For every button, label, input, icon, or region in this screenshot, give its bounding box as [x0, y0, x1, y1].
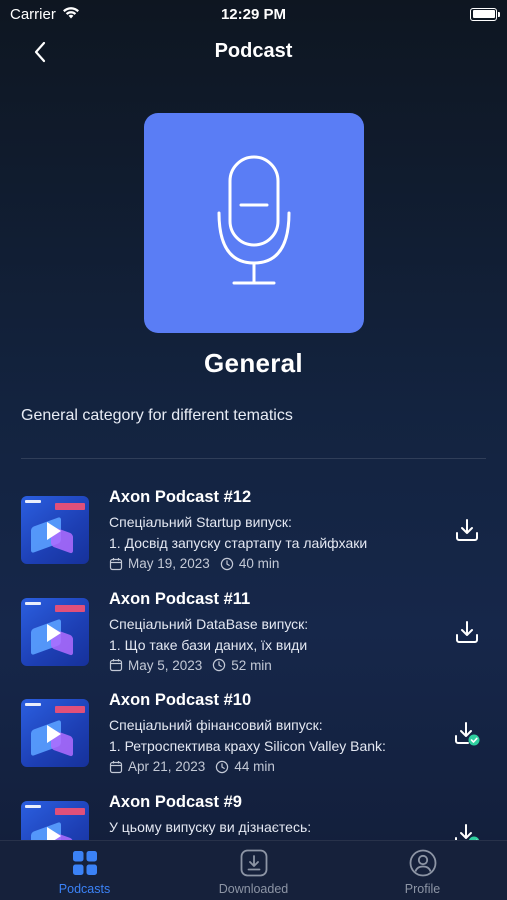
episode-title: Axon Podcast #10 — [109, 691, 252, 709]
download-done-icon — [455, 722, 480, 746]
download-button[interactable] — [453, 516, 481, 544]
profile-icon — [409, 849, 436, 877]
episode-duration: 40 min — [238, 556, 280, 571]
download-button[interactable] — [453, 618, 481, 646]
episode-date: Apr 21, 2023 — [128, 759, 206, 774]
episode-meta: May 19, 2023 40 min — [109, 556, 279, 571]
play-icon — [47, 522, 61, 540]
episode-subtitle: У цьому випуску ви дізнаєтесь: — [109, 818, 312, 835]
nav-bar: Podcast — [0, 30, 507, 74]
episode-subtitle: Спеціальний DataBase випуск: — [109, 615, 309, 632]
clock-icon — [215, 760, 229, 774]
tab-label: Podcasts — [58, 882, 111, 896]
clock-icon — [220, 557, 234, 571]
category-title: General — [204, 348, 303, 378]
downloaded-button[interactable] — [453, 821, 481, 840]
tab-profile[interactable]: Profile — [338, 841, 507, 900]
microphone-icon — [217, 155, 291, 285]
episode-subtitle: Спеціальний фінансовий випуск: — [109, 717, 323, 733]
play-icon — [47, 623, 61, 642]
tab-downloaded[interactable]: Downloaded — [169, 841, 338, 900]
download-box-icon — [240, 849, 267, 877]
download-icon — [456, 620, 478, 643]
battery-icon — [470, 7, 500, 21]
category-cover — [144, 113, 364, 333]
episode-description: 1. Що таке бази даних, їх види — [109, 636, 308, 653]
episode-item[interactable]: Axon Podcast #9 У цьому випуску ви дізна… — [0, 783, 507, 840]
divider — [21, 458, 486, 459]
downloaded-button[interactable] — [453, 719, 481, 747]
episode-description: 1. Досвід запуску стартапу та лайфхаки — [109, 535, 368, 551]
carrier-label: Carrier — [10, 5, 56, 23]
episode-title: Axon Podcast #11 — [109, 589, 251, 608]
play-icon — [47, 725, 61, 743]
episode-date: May 5, 2023 — [128, 657, 203, 673]
page-title: Podcast — [214, 40, 293, 62]
episode-thumbnail — [21, 496, 89, 564]
episode-item[interactable]: Axon Podcast #11 Спеціальний DataBase ви… — [0, 580, 507, 682]
episode-subtitle: Спеціальний Startup випуск: — [109, 514, 292, 530]
episode-thumbnail — [21, 699, 89, 767]
episode-meta: Apr 21, 2023 44 min — [109, 759, 275, 774]
calendar-icon — [109, 760, 123, 774]
play-icon — [47, 826, 61, 840]
episode-title: Axon Podcast #12 — [109, 488, 252, 506]
episode-duration: 44 min — [234, 759, 275, 774]
episode-meta: May 5, 2023 52 min — [109, 658, 272, 673]
grid-icon — [72, 851, 97, 875]
clock-icon — [212, 658, 226, 672]
episode-list: Axon Podcast #12 Спеціальний Startup вип… — [0, 478, 507, 840]
category-description: General category for different tematics — [21, 407, 293, 424]
download-done-icon — [455, 823, 480, 840]
wifi-icon — [62, 6, 80, 23]
download-icon — [456, 519, 478, 541]
episode-description: 1. Ретроспектива краху Silicon Valley Ba… — [109, 738, 386, 754]
tab-label: Downloaded — [218, 882, 289, 896]
episode-item[interactable]: Axon Podcast #12 Спеціальний Startup вип… — [0, 478, 507, 580]
calendar-icon — [109, 658, 123, 672]
tab-bar: Podcasts Downloaded Profile — [0, 840, 507, 900]
calendar-icon — [109, 557, 123, 571]
tab-label: Profile — [404, 882, 441, 896]
status-left: Carrier — [10, 6, 80, 23]
episode-date: May 19, 2023 — [128, 556, 210, 571]
episode-title: Axon Podcast #9 — [109, 792, 242, 811]
episode-item[interactable]: Axon Podcast #10 Спеціальний фінансовий … — [0, 681, 507, 783]
episode-thumbnail — [21, 597, 89, 666]
episode-duration: 52 min — [231, 657, 272, 673]
status-bar: Carrier 12:29 PM — [0, 0, 507, 28]
episode-thumbnail — [21, 800, 89, 840]
tab-podcasts[interactable]: Podcasts — [0, 841, 169, 900]
